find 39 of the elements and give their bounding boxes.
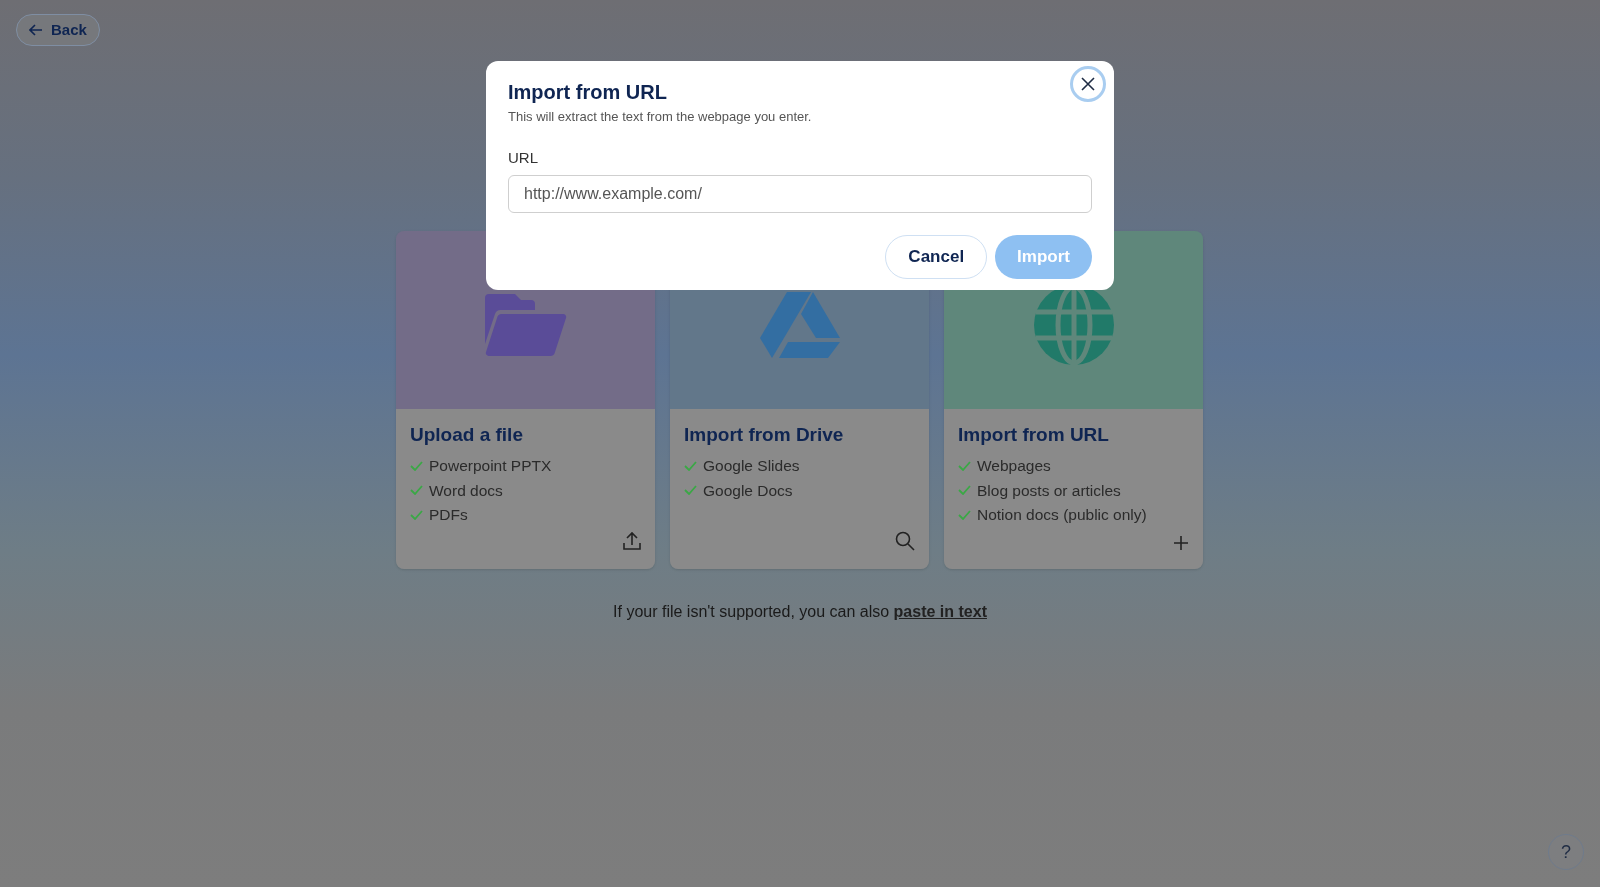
url-field[interactable]: http://www.example.com/ bbox=[508, 175, 1092, 213]
help-button[interactable]: ? bbox=[1548, 834, 1584, 870]
option-card[interactable]: Upload a file Powerpoint PPTX Word docs PDFs bbox=[396, 409, 655, 569]
feature-text: PDFs bbox=[429, 505, 468, 526]
paste-text-link[interactable]: paste in text bbox=[893, 603, 987, 620]
check-icon bbox=[684, 485, 697, 496]
card-title: Import from URL bbox=[958, 423, 1110, 447]
check-icon bbox=[410, 509, 423, 520]
check-icon bbox=[958, 460, 971, 471]
close-button[interactable] bbox=[1070, 66, 1106, 102]
card-title: Import from Drive bbox=[684, 423, 845, 447]
check-icon bbox=[958, 509, 971, 520]
option-card[interactable]: Import from Drive Google Slides Google Docs bbox=[670, 409, 929, 569]
field-label: URL bbox=[508, 147, 539, 168]
back-button[interactable]: Back bbox=[16, 14, 100, 46]
upload-icon[interactable] bbox=[623, 531, 641, 551]
arrow-left-icon bbox=[29, 24, 43, 36]
feature-text: Blog posts or articles bbox=[977, 480, 1121, 501]
plus-icon[interactable] bbox=[1173, 535, 1189, 551]
feature-text: Google Docs bbox=[703, 480, 793, 501]
triangle-logo-icon bbox=[759, 292, 840, 358]
option-card[interactable]: Import from URL Webpages Blog posts or articles Notion docs (public only) bbox=[944, 409, 1203, 569]
close-icon bbox=[1081, 77, 1095, 91]
cancel-button[interactable]: Cancel bbox=[885, 235, 988, 279]
folder-icon bbox=[484, 294, 567, 356]
feature-text: Powerpoint PPTX bbox=[429, 456, 552, 477]
feature-text: Webpages bbox=[977, 456, 1051, 477]
check-icon bbox=[410, 460, 423, 471]
footer-text: If your file isn't supported, you can also paste in text bbox=[612, 602, 988, 622]
check-icon bbox=[410, 485, 423, 496]
search-icon[interactable] bbox=[895, 531, 915, 551]
dialog-title: Import from URL bbox=[508, 80, 667, 105]
dialog-subtitle: This will extract the text from the webpage you enter. bbox=[508, 108, 813, 126]
feature-text: Google Slides bbox=[703, 456, 800, 477]
feature-text: Word docs bbox=[429, 480, 503, 501]
check-icon bbox=[684, 460, 697, 471]
card-title: Upload a file bbox=[410, 423, 524, 447]
check-icon bbox=[958, 485, 971, 496]
feature-text: Notion docs (public only) bbox=[977, 505, 1147, 526]
